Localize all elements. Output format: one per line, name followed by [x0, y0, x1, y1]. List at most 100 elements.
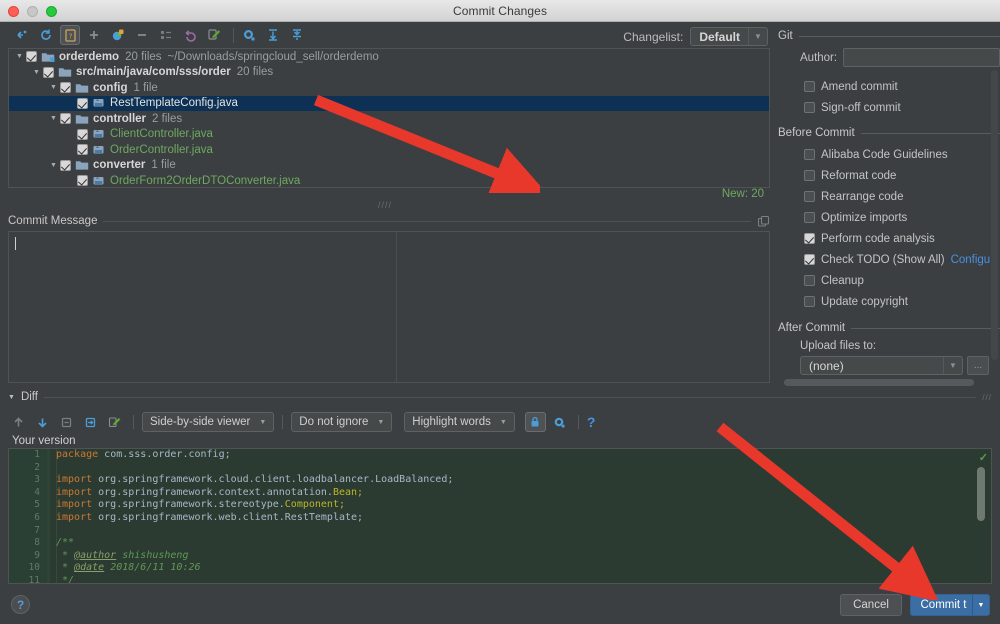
folder-icon [75, 159, 89, 171]
diff-section-header[interactable]: ▼ Diff /// [8, 390, 992, 404]
git-option-amend-commit[interactable]: Amend commit [804, 77, 1000, 96]
lock-icon[interactable] [525, 412, 546, 432]
module-folder-icon [41, 51, 55, 63]
tree-row-orderform2orderdtoconverter-java[interactable]: OrderForm2OrderDTOConverter.java [9, 173, 769, 188]
tree-row-checkbox[interactable] [60, 113, 71, 124]
upload-files-value: (none) [801, 359, 852, 373]
tree-row-controller[interactable]: ▼controller2 files [9, 111, 769, 127]
tree-row-checkbox[interactable] [26, 51, 37, 62]
before-commit-option-optimize-imports[interactable]: Optimize imports [804, 208, 1000, 227]
tree-row-clientcontroller-java[interactable]: ClientController.java [9, 127, 769, 143]
revert-change-icon[interactable] [56, 412, 77, 432]
option-checkbox[interactable] [804, 296, 815, 307]
git-option-sign-off-commit[interactable]: Sign-off commit [804, 98, 1000, 117]
right-margin-guide [396, 232, 397, 382]
remove-icon[interactable] [132, 25, 152, 45]
tree-row-checkbox[interactable] [77, 98, 88, 109]
collapse-diff-icon[interactable]: ▼ [8, 394, 15, 401]
tree-row-checkbox[interactable] [60, 82, 71, 93]
configure-link[interactable]: Configu [951, 254, 991, 266]
option-checkbox[interactable] [804, 233, 815, 244]
tree-row-checkbox[interactable] [77, 175, 88, 186]
commit-dropdown-arrow-icon[interactable]: ▼ [972, 595, 989, 615]
before-commit-option-perform-code-analysis[interactable]: Perform code analysis [804, 229, 1000, 248]
your-version-label: Your version [12, 435, 76, 447]
tree-row-orderdemo[interactable]: ▼orderdemo20 files~/Downloads/springclou… [9, 49, 769, 65]
add-icon[interactable] [84, 25, 104, 45]
author-input[interactable] [843, 48, 1000, 67]
commit-message-history-icon[interactable] [757, 215, 770, 228]
diff-vertical-scrollbar[interactable] [977, 467, 985, 521]
folder-icon [75, 113, 89, 125]
option-checkbox[interactable] [804, 212, 815, 223]
option-checkbox[interactable] [804, 191, 815, 202]
refresh-icon[interactable] [36, 25, 56, 45]
commit-message-input[interactable] [8, 231, 770, 383]
git-panel-vertical-scrollbar[interactable] [991, 70, 998, 360]
tree-expand-toggle-icon[interactable]: ▼ [47, 115, 60, 122]
tree-expand-toggle-icon[interactable]: ▼ [13, 53, 26, 60]
collapse-all-icon[interactable] [287, 25, 307, 45]
tree-row-resttemplateconfig-java[interactable]: RestTemplateConfig.java [9, 96, 769, 112]
close-window-button[interactable] [8, 6, 19, 17]
changed-files-tree[interactable]: ▼orderdemo20 files~/Downloads/springclou… [8, 48, 770, 188]
minimize-window-button[interactable] [27, 6, 38, 17]
ignore-mode-combobox[interactable]: Do not ignore ▼ [291, 412, 392, 432]
question-mark-icon[interactable]: ? [587, 414, 596, 430]
tree-row-checkbox[interactable] [60, 160, 71, 171]
commit-button[interactable]: Commit t ▼ [910, 594, 990, 616]
tree-row-checkbox[interactable] [77, 129, 88, 140]
show-diff-icon[interactable] [12, 25, 32, 45]
code-token: com.sss.order.config; [98, 449, 230, 460]
zoom-window-button[interactable] [46, 6, 57, 17]
gear-icon[interactable] [549, 412, 570, 432]
tree-row-config[interactable]: ▼config1 file [9, 80, 769, 96]
group-by-directory-icon[interactable]: ? [60, 25, 80, 45]
changelist-combobox[interactable]: Default ▼ [690, 27, 768, 46]
before-commit-option-cleanup[interactable]: Cleanup [804, 271, 1000, 290]
option-checkbox[interactable] [804, 81, 815, 92]
tree-row-converter[interactable]: ▼converter1 file [9, 158, 769, 174]
option-checkbox[interactable] [804, 170, 815, 181]
git-group-title: Git [778, 30, 793, 42]
tree-row-checkbox[interactable] [43, 67, 54, 78]
before-commit-option-alibaba-code-guidelines[interactable]: Alibaba Code Guidelines [804, 145, 1000, 164]
upload-files-browse-button[interactable]: ... [967, 356, 989, 375]
tree-expand-toggle-icon[interactable]: ▼ [47, 84, 60, 91]
cancel-button[interactable]: Cancel [840, 594, 902, 616]
settings-icon[interactable] [239, 25, 259, 45]
tree-expand-toggle-icon[interactable]: ▼ [47, 162, 60, 169]
tree-expand-toggle-icon[interactable]: ▼ [30, 69, 43, 76]
help-button[interactable]: ? [11, 595, 30, 614]
option-checkbox[interactable] [804, 254, 815, 265]
apply-change-icon[interactable] [80, 412, 101, 432]
git-options-panel: Git Author: Amend commitSign-off commit … [778, 30, 1000, 385]
git-panel-horizontal-scrollbar[interactable] [784, 379, 974, 386]
diff-editor[interactable]: 1234567891011 package com.sss.order.conf… [8, 448, 992, 584]
option-checkbox[interactable] [804, 102, 815, 113]
before-commit-option-update-copyright[interactable]: Update copyright [804, 292, 1000, 311]
move-to-changelist-icon[interactable] [156, 25, 176, 45]
edit-source-icon[interactable] [104, 412, 125, 432]
edit-source-icon[interactable] [204, 25, 224, 45]
resize-grip[interactable]: /// [982, 393, 992, 402]
next-difference-icon[interactable] [32, 412, 53, 432]
before-commit-option-check-todo-show-all-[interactable]: Check TODO (Show All)Configu [804, 250, 1000, 269]
option-label: Update copyright [821, 296, 908, 308]
tree-row-checkbox[interactable] [77, 144, 88, 155]
viewer-mode-combobox[interactable]: Side-by-side viewer ▼ [142, 412, 274, 432]
before-commit-option-reformat-code[interactable]: Reformat code [804, 166, 1000, 185]
previous-difference-icon[interactable] [8, 412, 29, 432]
expand-all-icon[interactable] [263, 25, 283, 45]
option-checkbox[interactable] [804, 275, 815, 286]
tree-row-ordercontroller-java[interactable]: OrderController.java [9, 142, 769, 158]
option-checkbox[interactable] [804, 149, 815, 160]
rollback-icon[interactable] [180, 25, 200, 45]
diff-code-content[interactable]: package com.sss.order.config; import org… [56, 449, 967, 584]
highlight-mode-combobox[interactable]: Highlight words ▼ [404, 412, 515, 432]
upload-files-combobox[interactable]: (none) ▼ [800, 356, 963, 375]
before-commit-option-rearrange-code[interactable]: Rearrange code [804, 187, 1000, 206]
tree-row-src-main-java-com-sss-order[interactable]: ▼src/main/java/com/sss/order20 files [9, 65, 769, 81]
revert-icon[interactable] [108, 25, 128, 45]
vertical-splitter-handle[interactable]: //// [378, 200, 392, 210]
